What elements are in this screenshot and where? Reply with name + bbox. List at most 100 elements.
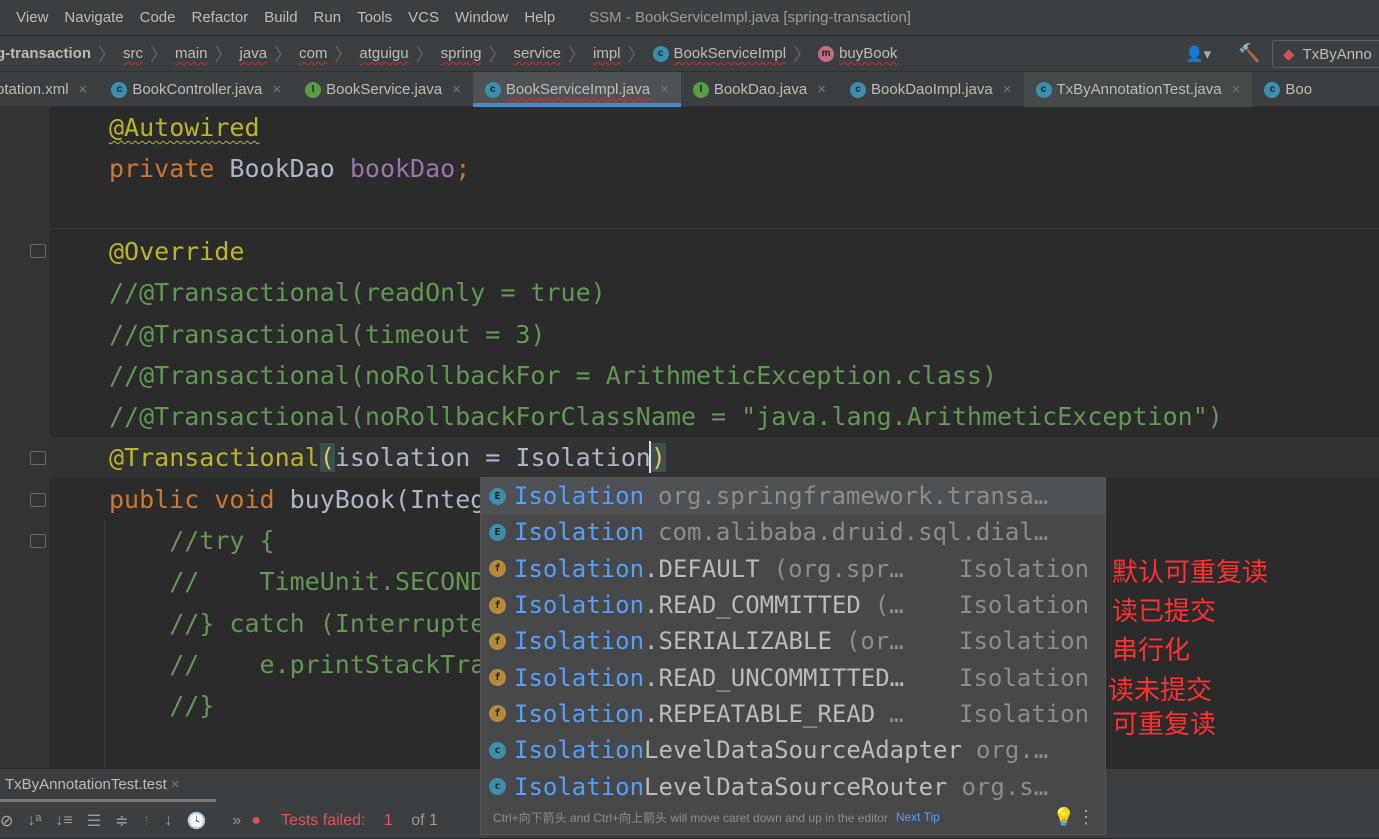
breadcrumb-impl[interactable]: impl〉 [593, 41, 653, 67]
collapse-all-icon[interactable]: ≑ [115, 811, 128, 831]
sort-alpha-icon[interactable]: ↓ᵃ [27, 812, 41, 830]
class-icon: c [1264, 82, 1280, 98]
completion-item[interactable]: fIsolation.READ_UNCOMMITTED…Isolation [481, 659, 1105, 695]
caret [649, 441, 651, 473]
item-name: Isolation [514, 555, 644, 583]
class-icon: c [111, 82, 127, 98]
item-member: .READ_UNCOMMITTED… [644, 664, 904, 692]
red-annotation: 默认可重复读 [1112, 552, 1268, 589]
class-icon: c [485, 82, 501, 98]
close-tab-icon[interactable]: × [272, 81, 281, 98]
close-icon[interactable]: × [171, 776, 180, 793]
close-tab-icon[interactable]: × [817, 81, 826, 98]
breadcrumb-service[interactable]: service〉 [513, 41, 593, 67]
item-member: .REPEATABLE_READ [644, 700, 875, 728]
build-hammer-icon[interactable]: 🔨 [1238, 43, 1260, 64]
expand-all-icon[interactable]: ☰ [87, 811, 101, 831]
breadcrumb-java[interactable]: java〉 [240, 41, 300, 67]
item-member: .DEFAULT [644, 555, 760, 583]
code-line: //@Transactional(readOnly = true) [109, 272, 606, 313]
breadcrumb-project[interactable]: g-transaction [0, 45, 91, 62]
history-icon[interactable]: 🕓 [186, 811, 206, 831]
item-package: org.springframework.transa… [658, 482, 1048, 510]
breadcrumb-class[interactable]: cBookServiceImpl〉 [653, 41, 819, 67]
breadcrumb-separator: 〉 [150, 41, 168, 67]
completion-item[interactable]: fIsolation.DEFAULT(org.spr…Isolation [481, 551, 1105, 587]
breadcrumb-main[interactable]: main〉 [175, 41, 240, 67]
menu-vcs[interactable]: VCS [408, 9, 439, 26]
item-member: LevelDataSourceAdapter [644, 736, 962, 764]
item-name: Isolation [514, 736, 644, 764]
code-token: @Transactional [109, 443, 320, 472]
menu-tools[interactable]: Tools [357, 9, 392, 26]
fold-icon[interactable] [30, 244, 46, 258]
tab-txbyannotationtest-java[interactable]: cTxByAnnotationTest.java× [1024, 72, 1253, 107]
red-annotation: 读已提交 [1112, 591, 1216, 628]
menu-navigate[interactable]: Navigate [64, 9, 123, 26]
lightbulb-icon[interactable]: 💡 [1053, 807, 1075, 828]
close-tab-icon[interactable]: × [452, 81, 461, 98]
sort-duration-icon[interactable]: ↓≡ [55, 812, 72, 830]
interface-icon: I [305, 82, 321, 98]
menu-view[interactable]: View [16, 9, 48, 26]
code-token: //@Transactional(readOnly = true) [109, 278, 606, 307]
item-name: Isolation [514, 664, 644, 692]
breadcrumb-spring[interactable]: spring〉 [441, 41, 514, 67]
code-token: ) [651, 443, 666, 472]
breadcrumb-com[interactable]: com〉 [299, 41, 359, 67]
test-class-icon: c [1036, 82, 1052, 98]
menu-code[interactable]: Code [140, 9, 176, 26]
close-tab-icon[interactable]: × [660, 81, 669, 98]
menu-help[interactable]: Help [524, 9, 555, 26]
run-config-select[interactable]: ◆TxByAnno [1272, 40, 1379, 68]
breadcrumb-separator: 〉 [488, 41, 506, 67]
run-tab[interactable]: TxByAnnotationTest.test × [5, 776, 180, 793]
more-icon[interactable]: » [232, 812, 241, 830]
user-icon[interactable]: 👤▾ [1185, 45, 1211, 63]
field-icon: f [489, 705, 506, 722]
completion-item[interactable]: EIsolationorg.springframework.transa… [481, 478, 1105, 514]
menu-refactor[interactable]: Refactor [191, 9, 248, 26]
field-icon: f [489, 597, 506, 614]
item-name: Isolation [514, 591, 644, 619]
menu-window[interactable]: Window [455, 9, 508, 26]
item-member: LevelDataSourceRouter [644, 773, 947, 801]
tab-boo[interactable]: cBoo [1252, 72, 1324, 107]
tab-bookserviceimpl-java[interactable]: cBookServiceImpl.java× [473, 72, 681, 107]
tab-bookservice-java[interactable]: IBookService.java× [293, 72, 473, 107]
breadcrumb-method[interactable]: mbuyBook [818, 45, 897, 62]
previous-icon[interactable]: ↑ [142, 812, 150, 830]
fold-icon[interactable] [30, 534, 46, 548]
stop-icon[interactable]: ⊘ [0, 811, 13, 831]
tab-bookdao-java[interactable]: IBookDao.java× [681, 72, 838, 107]
close-tab-icon[interactable]: × [1003, 81, 1012, 98]
code-token: private [109, 154, 229, 183]
breadcrumb-atguigu[interactable]: atguigu〉 [359, 41, 440, 67]
completion-item[interactable]: fIsolation.REPEATABLE_READ…Isolation [481, 696, 1105, 732]
breadcrumb-src[interactable]: src〉 [123, 41, 175, 67]
next-tip-link[interactable]: Next Tip [896, 810, 940, 824]
code-token: bookDao [350, 154, 455, 183]
tab-underline [0, 799, 216, 802]
close-tab-icon[interactable]: × [79, 81, 88, 98]
tab-bookdaoimpl-java[interactable]: cBookDaoImpl.java× [838, 72, 1024, 107]
tab-bookcontroller-java[interactable]: cBookController.java× [99, 72, 293, 107]
completion-item[interactable]: fIsolation.SERIALIZABLE(or…Isolation [481, 623, 1105, 659]
menu-run[interactable]: Run [314, 9, 342, 26]
fold-icon[interactable] [30, 493, 46, 507]
close-tab-icon[interactable]: × [1232, 81, 1241, 98]
fold-icon[interactable] [30, 451, 46, 465]
interface-icon: I [693, 82, 709, 98]
editor-tabs: otation.xml×cBookController.java×IBookSe… [0, 72, 1379, 107]
more-options-icon[interactable]: ⋮ [1077, 807, 1095, 828]
next-icon[interactable]: ↓ [164, 812, 172, 830]
field-icon: f [489, 669, 506, 686]
completion-item[interactable]: cIsolationLevelDataSourceAdapterorg.… [481, 732, 1105, 768]
code-token: //try { [109, 526, 275, 555]
completion-item[interactable]: EIsolationcom.alibaba.druid.sql.dial… [481, 514, 1105, 550]
code-line: //} catch (Interrupte [109, 603, 485, 644]
completion-item[interactable]: fIsolation.READ_COMMITTED(…Isolation [481, 587, 1105, 623]
item-package: org.s… [961, 773, 1048, 801]
tab-otation-xml[interactable]: otation.xml× [0, 72, 99, 107]
menu-build[interactable]: Build [264, 9, 297, 26]
